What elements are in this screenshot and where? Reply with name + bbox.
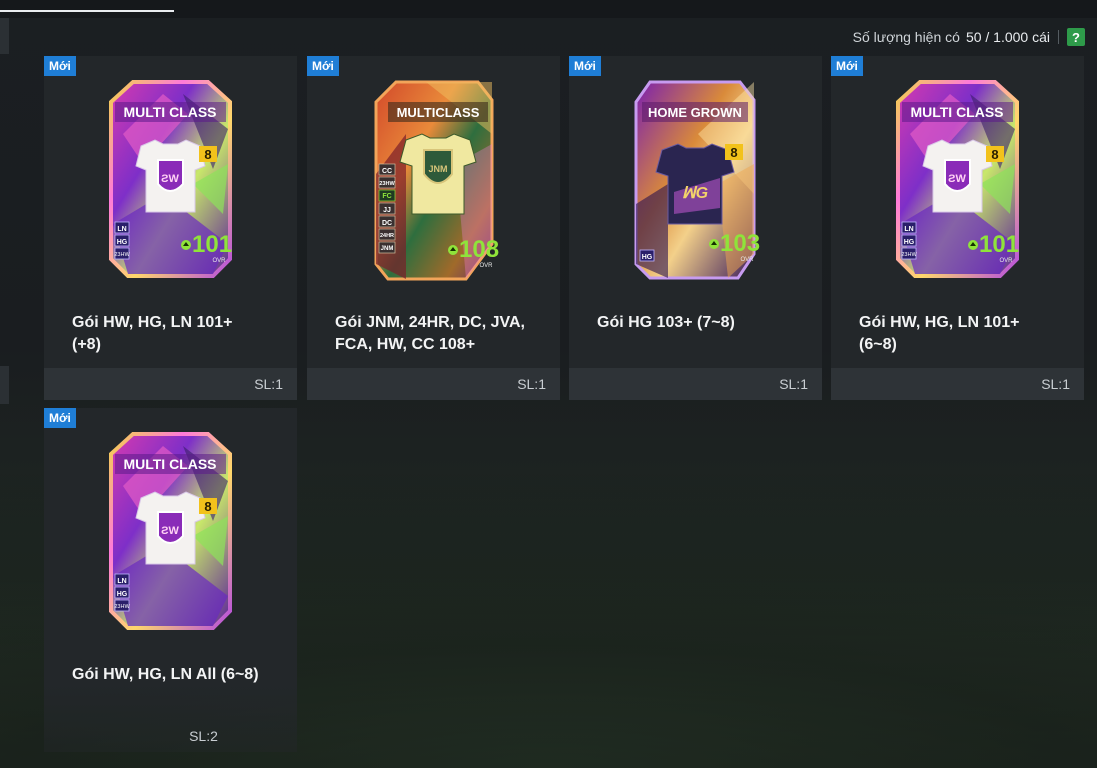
svg-text:FC: FC [382,193,391,200]
svg-text:HG: HG [117,591,128,598]
svg-text:ƧW: ƧW [161,525,179,537]
quantity-bar: SL:1 [569,368,822,400]
svg-text:24HR: 24HR [380,233,394,239]
svg-text:23HW: 23HW [114,252,130,258]
new-badge: Mới [569,56,601,76]
pack-ovr: 103 [720,230,760,257]
left-edge-panel [0,366,9,404]
pack-item-card[interactable]: Mới MULTI CLASS ƧW 8 LN HG 23HW Gói HW, … [44,408,297,752]
svg-text:OVR: OVR [479,263,493,269]
svg-text:CC: CC [382,168,392,175]
quantity-label: SL:1 [779,376,808,392]
svg-text:LN: LN [117,578,126,585]
svg-text:LN: LN [117,226,126,233]
top-bar [0,0,1097,18]
pack-item-card[interactable]: Mới HOME GROWN ꟽG 8 HG 103 OVR Gói HG 10… [569,56,822,400]
svg-text:DC: DC [382,220,392,227]
pack-image-home-grown: HOME GROWN ꟽG 8 HG 103 OVR [634,80,760,280]
active-tab-underline [0,10,174,12]
pack-image-multiclass: MULTI CLASS ƧW 8 LN HG 23HW 101 OVR [896,80,1019,278]
quantity-label: SL:1 [1041,376,1070,392]
svg-text:HG: HG [117,239,128,246]
svg-text:HG: HG [642,254,653,261]
pack-image-multiclass: MULTI CLASS ƧW 8 LN HG 23HW 101 OVR [109,80,232,278]
svg-text:ƧW: ƧW [948,173,966,185]
svg-text:23HW: 23HW [901,252,917,258]
stock-value: 50 / 1.000 cái [965,29,1050,45]
pack-label: MULTI CLASS [123,104,216,120]
pack-level: 8 [730,145,737,160]
svg-text:OVR: OVR [999,258,1013,264]
pack-label: MULTICLASS [397,105,480,120]
svg-text:HG: HG [904,239,915,246]
pack-ovr: 108 [459,236,499,263]
quantity-label: SL:1 [517,376,546,392]
quantity-label: SL:1 [254,376,283,392]
pack-ovr: 101 [192,231,232,258]
new-badge: Mới [307,56,339,76]
pack-title: Gói HW, HG, LN All (6~8) [72,666,259,683]
pack-level: 8 [204,499,211,514]
quantity-label: SL:2 [189,728,218,744]
new-badge: Mới [44,408,76,428]
svg-text:23HW: 23HW [379,181,395,187]
pack-image-multiclass: MULTI CLASS ƧW 8 LN HG 23HW [109,432,232,630]
quantity-bar: SL:1 [44,368,297,400]
pack-ovr: 101 [979,231,1019,258]
quantity-bar: SL:1 [307,368,560,400]
pack-item-card[interactable]: Mới MULTICLASS JNM CC 23HW FC JJ DC 24HR… [307,56,560,400]
quantity-bar: SL:2 [44,720,297,752]
svg-text:OVR: OVR [740,257,754,263]
new-badge: Mới [831,56,863,76]
pack-title: Gói JNM, 24HR, DC, JVA, FCA, HW, CC 108+ [335,314,525,353]
pack-label: HOME GROWN [648,105,742,120]
svg-text:23HW: 23HW [114,604,130,610]
pack-label: MULTI CLASS [910,104,1003,120]
pack-label: MULTI CLASS [123,456,216,472]
pack-item-card[interactable]: Mới MULTI CLASS ƧW 8 LN HG 23HW 101 OVR [44,56,297,400]
svg-text:JJ: JJ [383,207,391,214]
quantity-bar: SL:1 [831,368,1084,400]
pack-title: Gói HG 103+ (7~8) [597,314,735,331]
help-button[interactable]: ? [1067,28,1085,46]
stock-label: Số lượng hiện có [852,29,960,45]
pack-image-multiclass-108: MULTICLASS JNM CC 23HW FC JJ DC 24HR JNM… [374,80,499,281]
stock-counter: Số lượng hiện có 50 / 1.000 cái ? [853,27,1085,47]
svg-text:JNM: JNM [381,246,394,252]
pack-title: Gói HW, HG, LN 101+ (6~8) [859,314,1020,353]
new-badge: Mới [44,56,76,76]
pack-title: Gói HW, HG, LN 101+ (+8) [72,314,233,353]
left-edge-panel [0,18,9,54]
pack-item-card[interactable]: Mới MULTI CLASS ƧW 8 LN HG 23HW 101 OVR … [831,56,1084,400]
pack-level: 8 [991,147,998,162]
svg-text:ꟽG: ꟽG [682,185,708,202]
svg-text:LN: LN [904,226,913,233]
svg-text:JNM: JNM [428,164,447,174]
pack-level: 8 [204,147,211,162]
svg-text:ƧW: ƧW [161,173,179,185]
divider [1058,30,1059,44]
svg-text:OVR: OVR [212,258,226,264]
